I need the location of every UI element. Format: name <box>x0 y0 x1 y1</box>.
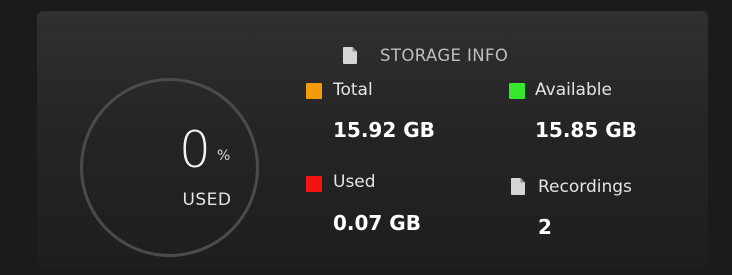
usage-ring <box>80 78 259 257</box>
available-value: 15.85 GB <box>535 118 637 142</box>
total-value: 15.92 GB <box>333 118 435 142</box>
used-percent-value: 0 <box>179 121 211 179</box>
document-icon <box>343 47 357 64</box>
recordings-value: 2 <box>538 215 552 239</box>
storage-info-card: 0 % USED STORAGE INFO Total 15.92 GB Ava… <box>37 11 708 268</box>
total-label: Total <box>333 80 373 100</box>
percent-sign: % <box>217 148 231 164</box>
total-color-swatch <box>306 83 322 99</box>
used-value: 0.07 GB <box>333 211 421 235</box>
header-title: STORAGE INFO <box>380 46 509 65</box>
used-caption: USED <box>182 190 232 210</box>
used-label: Used <box>333 172 376 192</box>
available-color-swatch <box>509 83 525 99</box>
recordings-document-icon <box>511 178 525 195</box>
used-color-swatch <box>306 176 322 192</box>
available-label: Available <box>535 80 612 100</box>
recordings-label: Recordings <box>538 177 632 197</box>
